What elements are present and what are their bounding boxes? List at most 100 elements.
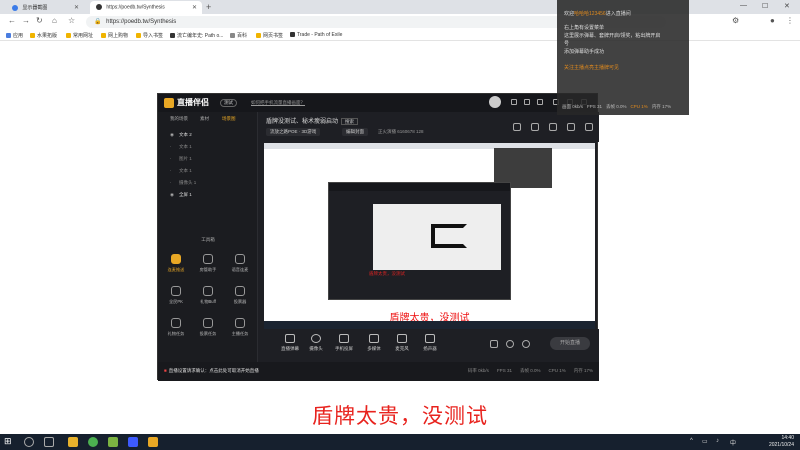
eye-off-icon[interactable]: · — [170, 168, 175, 173]
scene-tag[interactable]: 搜索 — [341, 118, 359, 125]
app-icon[interactable] — [108, 437, 118, 447]
chrome-icon[interactable] — [88, 437, 98, 447]
back-arrow-icon[interactable]: ← — [8, 16, 16, 25]
bookmark-item[interactable]: 网上购物 — [101, 32, 128, 39]
phone-icon — [339, 334, 349, 343]
tool-button[interactable]: 连麦推送 — [164, 254, 188, 273]
tab-assets[interactable]: 素材 — [200, 116, 209, 122]
home-icon[interactable]: ⌂ — [52, 16, 57, 25]
bookmark-item[interactable]: Trade - Path of Exile — [290, 32, 342, 38]
menu-icon[interactable]: ⋮ — [786, 16, 794, 25]
start-live-button[interactable]: 开始直播 — [550, 337, 590, 350]
browser-tab-active[interactable]: https://poedb.tw/Synthesis ✕ — [90, 1, 202, 14]
tool-button[interactable]: 礼物Buff — [196, 286, 220, 305]
tool-button[interactable]: 投票器 — [228, 286, 252, 305]
volume-icon[interactable]: ♪ — [716, 438, 719, 444]
close-icon[interactable]: ✕ — [192, 4, 197, 11]
tray-chevron-icon[interactable]: ^ — [690, 438, 693, 444]
tool-button[interactable]: 房管助手 — [196, 254, 220, 273]
layer-item[interactable]: ◉ 全屏 1 — [170, 192, 192, 198]
lock-icon[interactable] — [531, 123, 539, 131]
speaker-button[interactable]: 扬声器 — [418, 334, 442, 352]
start-icon[interactable]: ⊞ — [4, 436, 14, 446]
voice-icon — [235, 254, 245, 264]
maximize-button[interactable]: ☐ — [762, 2, 768, 10]
search-icon[interactable] — [24, 437, 34, 447]
alert-icon[interactable] — [537, 99, 543, 105]
tab-favicon-icon — [12, 4, 18, 11]
layer-item[interactable]: · 文本 1 — [170, 168, 192, 174]
announcement-link[interactable]: 如何把手机流量直播画面？ — [251, 100, 305, 106]
close-window-button[interactable]: ✕ — [784, 2, 790, 10]
bookmark-item[interactable]: 导入书签 — [136, 32, 163, 39]
close-icon[interactable]: ✕ — [74, 4, 79, 11]
overlay-line: 号 — [564, 41, 570, 47]
reload-icon[interactable]: ↻ — [36, 16, 43, 25]
app-icon[interactable] — [128, 437, 138, 447]
eye-off-icon[interactable]: · — [170, 156, 175, 161]
game-selector[interactable]: 流放之路POE · 3D游戏 — [266, 128, 321, 136]
profile-icon[interactable]: ● — [770, 16, 775, 25]
extensions-icon[interactable]: ⚙ — [732, 16, 739, 25]
scene-title: 盾牌没测试、秘术瘦弱启动 搜索 — [266, 116, 359, 125]
streaming-app-icon[interactable] — [148, 437, 158, 447]
address-text: https://poedb.tw/Synthesis — [106, 19, 177, 25]
bookmark-item[interactable]: 网页书签 — [256, 32, 283, 39]
message-icon[interactable] — [511, 99, 517, 105]
nested-title-bar — [329, 183, 510, 191]
stream-preview[interactable]: 盾牌太贵，没测试 盾牌太贵，没测试 — [264, 143, 595, 329]
eye-off-icon[interactable]: · — [170, 180, 175, 185]
layer-item[interactable]: ◉ 文本 2 — [170, 132, 192, 138]
record-icon[interactable] — [490, 340, 498, 348]
bell-icon[interactable] — [567, 123, 575, 131]
status-warning[interactable]: ■ 直播设置请求确认：点击此处可取消开始直播 — [164, 368, 259, 374]
clock[interactable]: 14:40 2021/10/24 — [769, 435, 794, 449]
tool-button[interactable]: 主播任务 — [228, 318, 252, 337]
bookmark-item[interactable]: 流亡编年史: Path o... — [170, 32, 223, 39]
copy-icon[interactable] — [549, 123, 557, 131]
nested-preview — [373, 204, 501, 270]
eye-icon[interactable]: ◉ — [170, 192, 175, 198]
tool-button[interactable]: 语音连麦 — [228, 254, 252, 273]
camera-button[interactable]: 摄像头 — [304, 334, 328, 352]
microphone-button[interactable]: 麦克风 — [390, 334, 414, 352]
eye-icon[interactable]: ◉ — [170, 132, 175, 138]
multimedia-button[interactable]: 多媒体 — [362, 334, 386, 352]
share-icon[interactable] — [585, 123, 593, 131]
bookmark-item[interactable]: 百科 — [230, 32, 247, 39]
clock-icon[interactable] — [506, 340, 514, 348]
screen-cast-button[interactable]: 手机投屏 — [332, 334, 356, 352]
browser-tab[interactable]: 显示器截图 ✕ — [6, 1, 84, 14]
version-badge[interactable]: 测试 — [220, 99, 237, 107]
task-view-icon[interactable] — [44, 437, 54, 447]
tab-title: 显示器截图 — [22, 5, 48, 11]
language-icon[interactable]: 中 — [730, 438, 736, 447]
overlay-line: 添加弹幕助手成功 — [564, 49, 605, 55]
layout-icon[interactable] — [513, 123, 521, 131]
lock-icon: 🔒 — [94, 19, 102, 25]
file-explorer-icon[interactable] — [68, 437, 78, 447]
network-icon[interactable]: ▭ — [702, 438, 708, 445]
new-tab-button[interactable]: + — [206, 2, 211, 12]
live-danmaku-button[interactable]: 直播弹幕 — [278, 334, 302, 352]
tool-button[interactable]: 投票任务 — [196, 318, 220, 337]
tab-scene-layers[interactable]: 场景图 — [222, 116, 236, 122]
eye-off-icon[interactable]: · — [170, 144, 175, 149]
bookmark-item[interactable]: 常用网址 — [66, 32, 93, 39]
star-icon[interactable]: ☆ — [68, 16, 75, 25]
tool-button[interactable]: 全民PK — [164, 286, 188, 305]
bookmark-item[interactable]: 应用 — [6, 32, 23, 39]
minimize-button[interactable]: — — [740, 2, 747, 9]
edit-cover-button[interactable]: 编辑封面 — [342, 128, 368, 136]
settings-icon[interactable] — [524, 99, 530, 105]
tool-button[interactable]: 礼物任务 — [164, 318, 188, 337]
layer-item[interactable]: · 图片 1 — [170, 156, 192, 162]
layer-item[interactable]: · 摄像头 1 — [170, 180, 196, 186]
layer-item[interactable]: · 文本 1 — [170, 144, 192, 150]
bookmark-item[interactable]: 水果拓版 — [30, 32, 57, 39]
gear-icon[interactable] — [522, 340, 530, 348]
avatar[interactable] — [489, 96, 501, 108]
gift-task-icon — [171, 318, 181, 328]
forward-arrow-icon[interactable]: → — [22, 16, 30, 25]
tab-my-scenes[interactable]: 我的场景 — [170, 116, 188, 122]
